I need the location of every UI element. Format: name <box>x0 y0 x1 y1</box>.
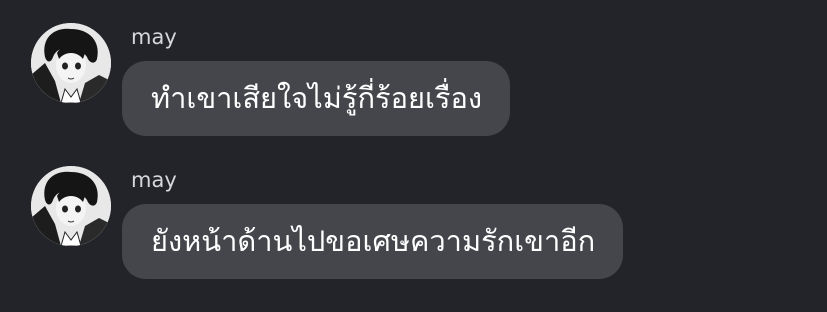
message-item: may ยังหน้าด้านไปขอเศษความรักเขาอีก <box>0 161 827 291</box>
message-bubble[interactable]: ทำเขาเสียใจไม่รู้กี่ร้อยเรื่อง <box>122 61 511 136</box>
sender-name[interactable]: may <box>131 24 177 50</box>
user-avatar-icon[interactable] <box>31 23 111 103</box>
message-item: may ทำเขาเสียใจไม่รู้กี่ร้อยเรื่อง <box>0 18 827 148</box>
message-bubble[interactable]: ยังหน้าด้านไปขอเศษความรักเขาอีก <box>122 204 624 279</box>
user-avatar-icon[interactable] <box>31 166 111 246</box>
sender-name[interactable]: may <box>131 167 177 193</box>
